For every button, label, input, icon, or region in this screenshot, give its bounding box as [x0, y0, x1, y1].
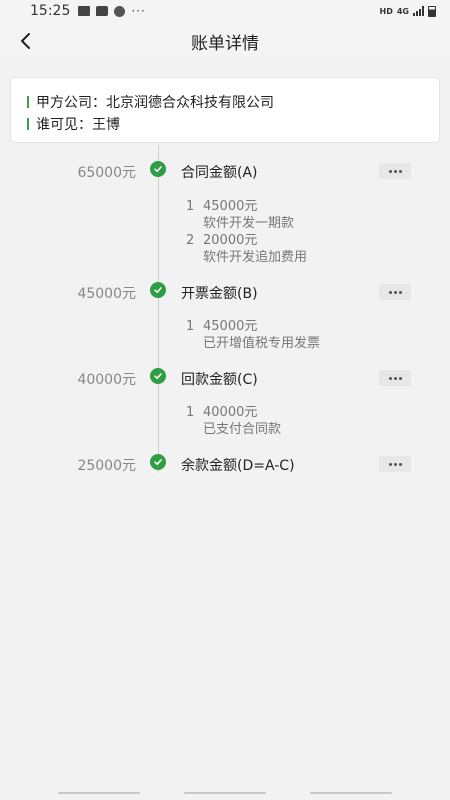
- detail-item: 1 45000元 已开增值税专用发票: [186, 318, 436, 352]
- row-amount: 45000元: [77, 286, 136, 302]
- detail-desc: 已支付合同款: [203, 422, 282, 437]
- accent-bar: [27, 118, 29, 130]
- check-circle-icon: [150, 282, 166, 298]
- image-icon: [78, 6, 91, 16]
- detail-item: 2 20000元 软件开发追加费用: [186, 232, 436, 266]
- more-button[interactable]: [379, 284, 411, 300]
- more-button[interactable]: [379, 163, 411, 179]
- row-label: 回款金额(C): [181, 372, 258, 388]
- status-time: 15:25: [30, 3, 71, 19]
- company-text: 甲方公司：北京润德合众科技有限公司: [36, 95, 274, 111]
- more-dots-icon: [388, 290, 392, 294]
- detail-desc: 软件开发追加费用: [203, 250, 308, 265]
- row-amount: 25000元: [77, 458, 136, 474]
- more-dots-icon: [388, 169, 392, 173]
- timeline-row-payment: 40000元 回款金额(C): [0, 366, 450, 390]
- message-icon: [96, 6, 109, 16]
- detail-list-invoice: 1 45000元 已开增值税专用发票: [186, 318, 436, 352]
- row-amount: 65000元: [77, 165, 136, 181]
- row-label: 开票金额(B): [181, 286, 258, 302]
- detail-index: 1: [186, 405, 195, 420]
- chevron-left-icon: [21, 33, 30, 49]
- back-button[interactable]: [10, 25, 40, 57]
- more-dots-icon: [388, 462, 392, 466]
- info-card: 甲方公司：北京润德合众科技有限公司 谁可见：王博: [10, 77, 440, 143]
- page-title: 账单详情: [191, 33, 259, 54]
- hd-badge: HD: [379, 6, 393, 16]
- swirl-icon: [114, 5, 126, 17]
- network-type: 4G: [396, 6, 409, 16]
- detail-value: 45000元: [203, 319, 258, 334]
- status-notification-icons: ···: [78, 4, 145, 18]
- nav-bar: 账单详情: [0, 22, 450, 60]
- timeline-row-contract: 65000元 合同金额(A): [0, 159, 450, 183]
- nav-pill[interactable]: [310, 792, 392, 794]
- detail-desc: 已开增值税专用发票: [203, 336, 321, 351]
- check-circle-icon: [150, 368, 166, 384]
- row-label: 合同金额(A): [181, 165, 258, 181]
- status-bar: 15:25 ··· HD 4G: [0, 0, 450, 22]
- detail-item: 1 45000元 软件开发一期款: [186, 198, 436, 232]
- row-label: 余款金额(D=A-C): [181, 458, 295, 474]
- detail-index: 1: [186, 319, 195, 334]
- timeline-line: [158, 145, 159, 473]
- nav-pill[interactable]: [184, 792, 266, 794]
- accent-bar: [27, 96, 29, 108]
- detail-index: 2: [186, 233, 195, 248]
- signal-icon: [413, 6, 424, 16]
- detail-list-contract: 1 45000元 软件开发一期款 2 20000元 软件开发追加费用: [186, 198, 436, 266]
- status-more: ···: [131, 4, 146, 18]
- nav-pill[interactable]: [58, 792, 140, 794]
- row-amount: 40000元: [77, 372, 136, 388]
- company-line: 甲方公司：北京润德合众科技有限公司: [27, 91, 439, 113]
- visible-to-line: 谁可见：王博: [27, 113, 439, 135]
- check-circle-icon: [150, 454, 166, 470]
- home-indicator: [0, 792, 450, 796]
- more-dots-icon: [388, 376, 392, 380]
- detail-value: 45000元: [203, 199, 258, 214]
- timeline-row-invoice: 45000元 开票金额(B): [0, 280, 450, 304]
- detail-list-payment: 1 40000元 已支付合同款: [186, 404, 436, 438]
- timeline: 65000元 合同金额(A) 1 45000元 软件开发一期款 2 20000元…: [0, 145, 450, 485]
- battery-icon: [428, 5, 436, 17]
- timeline-row-balance: 25000元 余款金额(D=A-C): [0, 452, 450, 476]
- detail-desc: 软件开发一期款: [203, 216, 295, 231]
- more-button[interactable]: [379, 370, 411, 386]
- detail-item: 1 40000元 已支付合同款: [186, 404, 436, 438]
- detail-value: 20000元: [203, 233, 258, 248]
- detail-value: 40000元: [203, 405, 258, 420]
- detail-index: 1: [186, 199, 195, 214]
- visible-to-text: 谁可见：王博: [36, 117, 120, 133]
- status-system-icons: HD 4G: [379, 5, 436, 17]
- more-button[interactable]: [379, 456, 411, 472]
- check-circle-icon: [150, 161, 166, 177]
